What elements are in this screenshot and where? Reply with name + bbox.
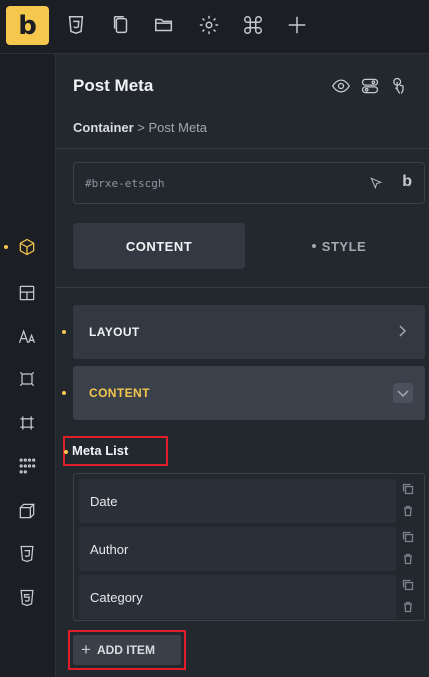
panel-title: Post Meta	[73, 76, 154, 95]
add-item-button[interactable]: + ADD ITEM	[73, 635, 181, 665]
active-indicator	[4, 245, 8, 249]
chevron-right-icon	[395, 324, 409, 338]
list-item[interactable]: Date	[79, 479, 396, 523]
logo-button[interactable]: b	[6, 6, 49, 45]
group-content[interactable]: CONTENT	[73, 366, 425, 420]
eye-icon[interactable]	[331, 76, 353, 98]
group-content-label: CONTENT	[89, 386, 150, 400]
b-icon[interactable]: b	[402, 173, 412, 191]
typography-icon[interactable]	[16, 326, 38, 348]
css3-icon[interactable]	[16, 543, 38, 565]
panel-actions	[331, 76, 421, 98]
html5-icon[interactable]	[16, 587, 38, 609]
item-tools	[400, 479, 420, 523]
toggle-icon[interactable]	[360, 76, 382, 98]
trash-icon[interactable]	[402, 504, 416, 518]
crop-icon[interactable]	[16, 412, 38, 434]
trash-icon[interactable]	[402, 600, 416, 614]
tab-style[interactable]: STYLE	[253, 223, 425, 269]
left-rail	[0, 54, 56, 677]
group-layout-label: LAYOUT	[89, 325, 140, 339]
grid-dots-icon[interactable]	[16, 455, 38, 477]
list-item-label: Date	[90, 494, 118, 509]
duplicate-icon[interactable]	[402, 482, 416, 496]
panel-tabs: CONTENT STYLE	[73, 223, 425, 269]
breadcrumb: Container > Post Meta	[73, 120, 207, 135]
element-id-value: #brxe-etscgh	[85, 177, 165, 190]
list-item-label: Category	[90, 590, 143, 605]
item-tools	[400, 575, 420, 619]
properties-panel: Post Meta Container > Post Meta #brxe-et…	[56, 54, 429, 677]
command-icon[interactable]	[241, 13, 265, 37]
settings-icon[interactable]	[197, 13, 221, 37]
breadcrumb-current: Post Meta	[148, 120, 208, 135]
list-item-label: Author	[90, 542, 129, 557]
trash-icon[interactable]	[402, 552, 416, 566]
box-icon[interactable]	[16, 236, 38, 258]
meta-list: Date Author Category	[73, 473, 425, 621]
hand-pointer-icon[interactable]	[388, 76, 410, 98]
cursor-icon[interactable]	[368, 175, 384, 191]
layout-group-dot	[62, 330, 66, 334]
element-id-field[interactable]: #brxe-etscgh b	[73, 162, 425, 204]
divider	[56, 148, 429, 149]
content-group-dot	[62, 391, 66, 395]
plus-icon: +	[81, 640, 91, 659]
css3-icon[interactable]	[64, 13, 88, 37]
tab-content[interactable]: CONTENT	[73, 223, 245, 269]
list-item[interactable]: Category	[79, 575, 396, 619]
duplicate-icon[interactable]	[402, 578, 416, 592]
meta-list-dot	[64, 450, 68, 454]
cube-icon[interactable]	[16, 500, 38, 522]
top-toolbar: b	[0, 0, 429, 54]
plus-icon[interactable]	[285, 13, 309, 37]
breadcrumb-parent[interactable]: Container	[73, 120, 134, 135]
tab-style-label: STYLE	[321, 238, 367, 254]
tab-style-dot	[311, 244, 316, 248]
breadcrumb-separator: >	[133, 120, 149, 135]
layout-icon[interactable]	[16, 282, 38, 304]
frame-icon[interactable]	[16, 368, 38, 390]
item-tools	[400, 527, 420, 571]
duplicate-icon[interactable]	[402, 530, 416, 544]
group-layout[interactable]: LAYOUT	[73, 305, 425, 359]
divider	[56, 287, 429, 288]
list-item[interactable]: Author	[79, 527, 396, 571]
folder-icon[interactable]	[152, 13, 176, 37]
add-item-label: ADD ITEM	[96, 643, 155, 657]
pages-icon[interactable]	[109, 13, 133, 37]
chevron-down-icon[interactable]	[393, 383, 413, 403]
meta-list-label: Meta List	[72, 443, 129, 458]
